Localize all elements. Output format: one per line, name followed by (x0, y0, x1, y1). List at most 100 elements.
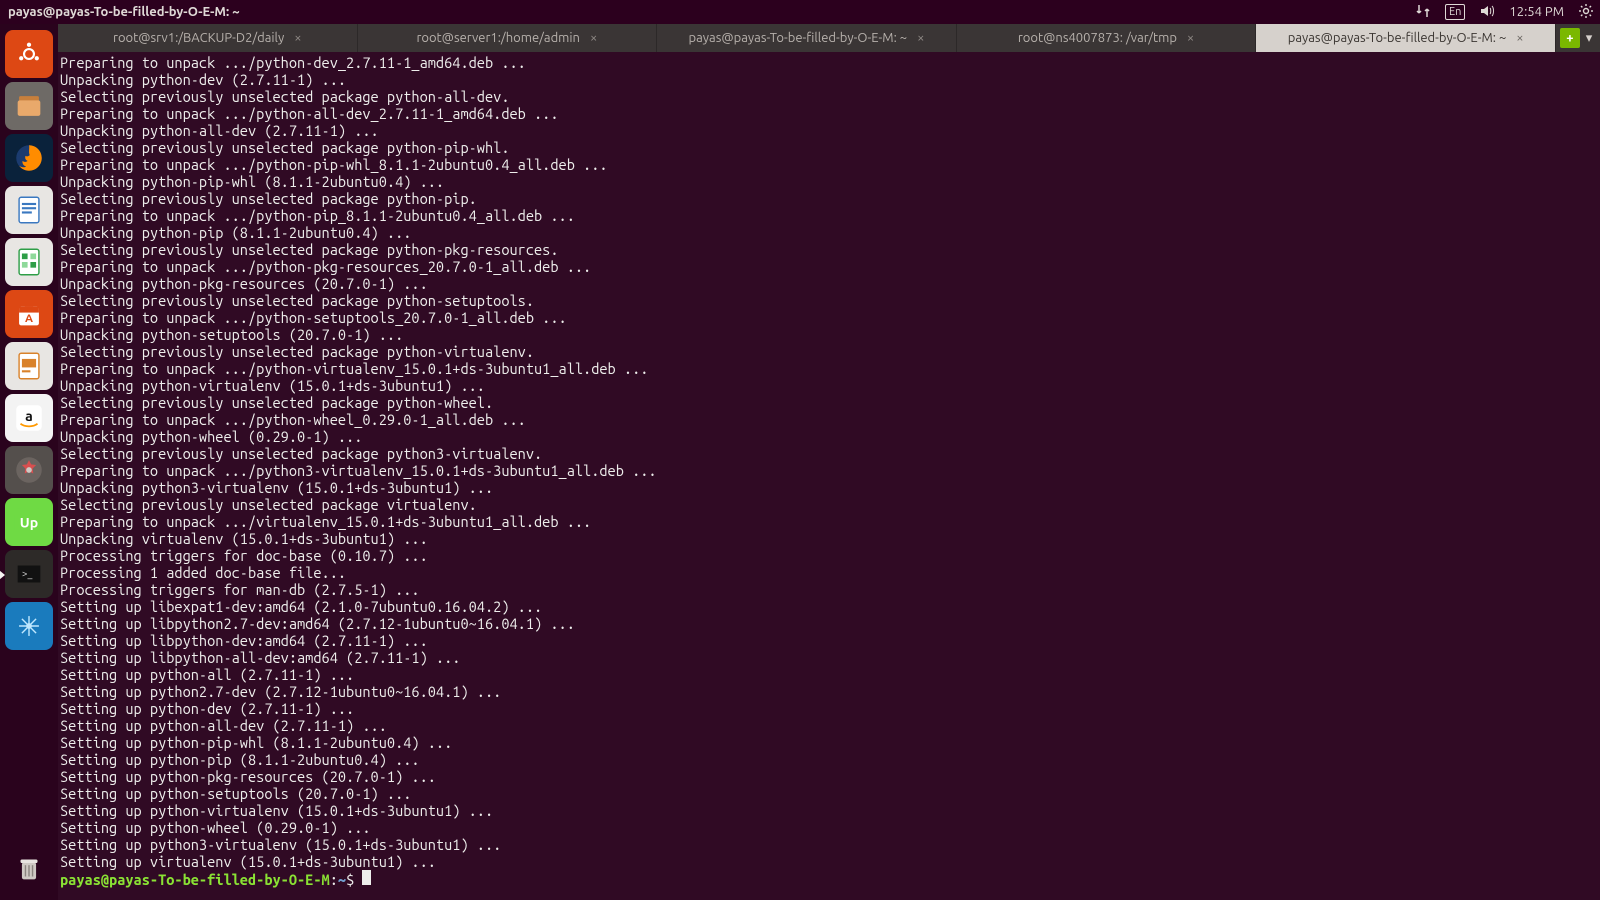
terminal-line: Processing triggers for man-db (2.7.5-1)… (60, 581, 1598, 598)
terminal-body[interactable]: Preparing to unpack .../python-dev_2.7.1… (58, 52, 1600, 900)
new-tab-button[interactable]: + (1560, 28, 1580, 48)
terminal-line: Setting up python-setuptools (20.7.0-1) … (60, 785, 1598, 802)
terminal-line: Selecting previously unselected package … (60, 343, 1598, 360)
prompt-user: payas@payas-To-be-filled-by-O-E-M (60, 871, 330, 888)
close-icon[interactable]: × (1516, 31, 1523, 45)
launcher-calc-icon[interactable] (5, 238, 53, 286)
launcher-amazon-icon[interactable]: a (5, 394, 53, 442)
terminal-line: Selecting previously unselected package … (60, 88, 1598, 105)
launcher-trash-icon[interactable] (5, 844, 53, 892)
terminal-line: Unpacking python-pip (8.1.1-2ubuntu0.4) … (60, 224, 1598, 241)
launcher-app-blue-icon[interactable] (5, 602, 53, 650)
terminal-line: Setting up virtualenv (15.0.1+ds-3ubuntu… (60, 853, 1598, 870)
terminal-line: Selecting previously unselected package … (60, 292, 1598, 309)
tab-label: payas@payas-To-be-filled-by-O-E-M: ~ (1288, 31, 1507, 45)
terminal-line: Unpacking python-dev (2.7.11-1) ... (60, 71, 1598, 88)
clock[interactable]: 12:54 PM (1509, 5, 1564, 19)
launcher-files-icon[interactable] (5, 82, 53, 130)
terminal-line: Preparing to unpack .../virtualenv_15.0.… (60, 513, 1598, 530)
unity-launcher: Aa Up >_ (0, 24, 58, 900)
close-icon[interactable]: × (917, 31, 924, 45)
terminal-tab[interactable]: root@srv1:/BACKUP-D2/daily × (58, 24, 358, 52)
launcher-software-icon[interactable]: A (5, 290, 53, 338)
tab-actions: +▾ (1556, 24, 1600, 52)
close-icon[interactable]: × (1187, 31, 1194, 45)
terminal-line: Setting up python3-virtualenv (15.0.1+ds… (60, 836, 1598, 853)
terminal-line: Setting up python-pip (8.1.1-2ubuntu0.4)… (60, 751, 1598, 768)
launcher-dash-icon[interactable] (5, 30, 53, 78)
launcher-writer-icon[interactable] (5, 186, 53, 234)
terminal-line: Setting up python-pip-whl (8.1.1-2ubuntu… (60, 734, 1598, 751)
sound-icon[interactable] (1479, 3, 1495, 22)
svg-text:A: A (25, 312, 33, 325)
terminal-line: Selecting previously unselected package … (60, 139, 1598, 156)
terminal-line: Setting up python-all-dev (2.7.11-1) ... (60, 717, 1598, 734)
prompt-end: $ (346, 871, 362, 888)
terminal-line: Processing 1 added doc-base file... (60, 564, 1598, 581)
terminal-line: Preparing to unpack .../python-pkg-resou… (60, 258, 1598, 275)
terminal-line: Unpacking python-all-dev (2.7.11-1) ... (60, 122, 1598, 139)
tab-label: root@ns4007873: /var/tmp (1018, 31, 1177, 45)
tab-label: root@server1:/home/admin (416, 31, 580, 45)
terminal-line: Preparing to unpack .../python-wheel_0.2… (60, 411, 1598, 428)
terminal-line: Selecting previously unselected package … (60, 394, 1598, 411)
tab-label: payas@payas-To-be-filled-by-O-E-M: ~ (689, 31, 908, 45)
svg-text:>_: >_ (22, 568, 33, 579)
terminal-line: Unpacking python-wheel (0.29.0-1) ... (60, 428, 1598, 445)
launcher-impress-icon[interactable] (5, 342, 53, 390)
top-menubar: payas@payas-To-be-filled-by-O-E-M: ~ En … (0, 0, 1600, 24)
terminal-line: Preparing to unpack .../python-pip_8.1.1… (60, 207, 1598, 224)
launcher-settings-icon[interactable] (5, 446, 53, 494)
network-icon[interactable] (1415, 3, 1431, 22)
close-icon[interactable]: × (590, 31, 597, 45)
prompt-sep: : (330, 871, 338, 888)
keyboard-indicator[interactable]: En (1445, 4, 1465, 20)
terminal-line: Selecting previously unselected package … (60, 445, 1598, 462)
gear-icon[interactable] (1578, 3, 1594, 22)
terminal-tab[interactable]: root@server1:/home/admin × (358, 24, 658, 52)
terminal-line: Unpacking python-setuptools (20.7.0-1) .… (60, 326, 1598, 343)
tab-label: root@srv1:/BACKUP-D2/daily (113, 31, 284, 45)
indicator-area: En 12:54 PM (1415, 3, 1594, 22)
terminal-line: Unpacking virtualenv (15.0.1+ds-3ubuntu1… (60, 530, 1598, 547)
terminal-line: Preparing to unpack .../python-dev_2.7.1… (60, 54, 1598, 71)
svg-text:a: a (25, 408, 33, 424)
terminal-tab[interactable]: payas@payas-To-be-filled-by-O-E-M: ~ × (1256, 24, 1556, 52)
terminal-line: Unpacking python-pkg-resources (20.7.0-1… (60, 275, 1598, 292)
terminal-line: Preparing to unpack .../python3-virtuale… (60, 462, 1598, 479)
terminal-line: Unpacking python-pip-whl (8.1.1-2ubuntu0… (60, 173, 1598, 190)
prompt-path: ~ (338, 871, 346, 888)
terminal-line: Preparing to unpack .../python-virtualen… (60, 360, 1598, 377)
terminal-line: Selecting previously unselected package … (60, 241, 1598, 258)
tab-menu-button[interactable]: ▾ (1582, 28, 1596, 48)
terminal-tab[interactable]: payas@payas-To-be-filled-by-O-E-M: ~ × (657, 24, 957, 52)
launcher-upwork-icon[interactable]: Up (5, 498, 53, 546)
terminal-line: Preparing to unpack .../python-setuptool… (60, 309, 1598, 326)
terminal-line: Preparing to unpack .../python-all-dev_2… (60, 105, 1598, 122)
terminal-line: Setting up python-wheel (0.29.0-1) ... (60, 819, 1598, 836)
terminal-line: Processing triggers for doc-base (0.10.7… (60, 547, 1598, 564)
terminal-line: Selecting previously unselected package … (60, 190, 1598, 207)
terminal-line: Unpacking python3-virtualenv (15.0.1+ds-… (60, 479, 1598, 496)
terminal-line: Setting up python-dev (2.7.11-1) ... (60, 700, 1598, 717)
terminal-line: Selecting previously unselected package … (60, 496, 1598, 513)
terminal-line: Setting up python-virtualenv (15.0.1+ds-… (60, 802, 1598, 819)
svg-text:Up: Up (20, 515, 38, 531)
close-icon[interactable]: × (294, 31, 301, 45)
terminal-line: Setting up libpython2.7-dev:amd64 (2.7.1… (60, 615, 1598, 632)
terminal-line: Preparing to unpack .../python-pip-whl_8… (60, 156, 1598, 173)
terminal-line: Setting up libpython-dev:amd64 (2.7.11-1… (60, 632, 1598, 649)
terminal-line: Setting up python-pkg-resources (20.7.0-… (60, 768, 1598, 785)
terminal-line: Setting up python2.7-dev (2.7.12-1ubuntu… (60, 683, 1598, 700)
window-title: payas@payas-To-be-filled-by-O-E-M: ~ (8, 5, 240, 19)
terminal-tabbar: root@srv1:/BACKUP-D2/daily×root@server1:… (58, 24, 1600, 52)
cursor (362, 870, 371, 885)
launcher-firefox-icon[interactable] (5, 134, 53, 182)
terminal-line: Unpacking python-virtualenv (15.0.1+ds-3… (60, 377, 1598, 394)
terminal-line: Setting up libpython-all-dev:amd64 (2.7.… (60, 649, 1598, 666)
terminal-tab[interactable]: root@ns4007873: /var/tmp × (957, 24, 1257, 52)
launcher-terminal-icon[interactable]: >_ (5, 550, 53, 598)
terminal-line: Setting up libexpat1-dev:amd64 (2.1.0-7u… (60, 598, 1598, 615)
terminal-prompt[interactable]: payas@payas-To-be-filled-by-O-E-M:~$ (60, 870, 1598, 888)
terminal-line: Setting up python-all (2.7.11-1) ... (60, 666, 1598, 683)
